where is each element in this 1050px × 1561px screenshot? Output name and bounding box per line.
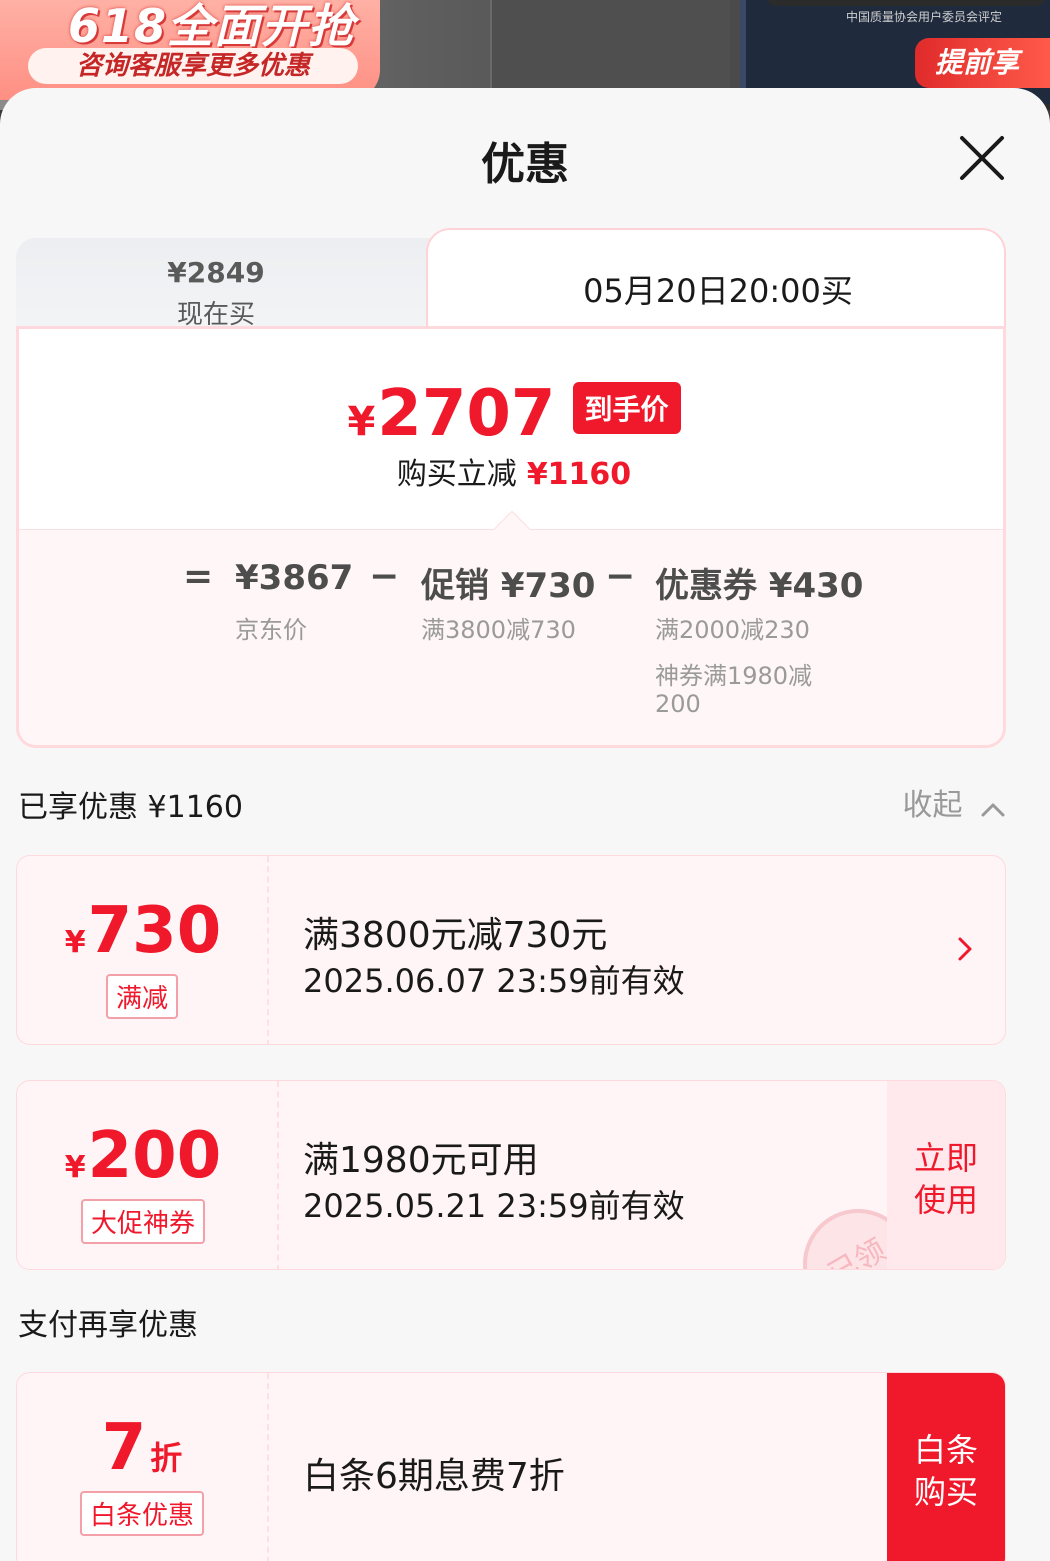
formula-pointer — [493, 510, 531, 548]
discount-sheet: 优惠 ¥2849 现在买 05月20日20:00买 ¥2707 到手价 购买立减… — [0, 88, 1050, 1561]
collapse-button[interactable]: 收起 — [902, 780, 1006, 824]
final-price-row: ¥2707 到手价 — [19, 377, 1009, 451]
coupon-amount-area: ¥730 满减 — [17, 856, 269, 1044]
minus-sign: − — [369, 556, 400, 597]
close-button[interactable] — [956, 132, 1008, 184]
coupon-title: 满3800元减730元 — [303, 915, 608, 956]
award-strip — [766, 0, 1046, 6]
minus-sign: − — [605, 556, 636, 597]
coupon-validity: 2025.05.21 23:59前有效 — [303, 1187, 685, 1225]
final-price: ¥2707 — [347, 377, 556, 451]
price-breakdown: ¥2707 到手价 购买立减 ¥1160 = ¥3867 京东价 − 促销 ¥73… — [16, 326, 1006, 748]
promo-detail: 满3800减730 — [421, 616, 576, 644]
award-text: 中国质量协会用户委员会评定 — [846, 10, 1003, 24]
early-access-badge: 提前享 — [915, 38, 1050, 88]
tab-buy-later-label: 05月20日20:00买 — [583, 272, 853, 310]
payment-discount-amount: 7折 — [101, 1411, 183, 1485]
jd-price-label: 京东价 — [235, 616, 307, 644]
save-label: 购买立减 — [396, 457, 517, 492]
price-card: ¥2849 现在买 05月20日20:00买 ¥2707 到手价 购买立减 ¥11… — [16, 228, 1006, 748]
payment-amount-area: 7折 白条优惠 — [17, 1373, 269, 1561]
coupon-card[interactable]: ¥200 大促神券 满1980元可用 2025.05.21 23:59前有效 已… — [16, 1080, 1006, 1270]
payment-discount-label: 支付再享优惠 — [18, 1308, 198, 1343]
promo-value: 促销 ¥730 — [421, 566, 596, 606]
coupon-detail: 200 — [655, 690, 701, 718]
use-now-button[interactable]: 立即 使用 — [887, 1081, 1005, 1269]
final-price-tag: 到手价 — [572, 382, 681, 434]
use-now-label: 使用 — [913, 1181, 978, 1219]
coupon-validity: 2025.06.07 23:59前有效 — [303, 962, 685, 1000]
jd-price: ¥3867 — [235, 558, 354, 598]
payment-coupon-card[interactable]: 7折 白条优惠 白条6期息费7折 白条 购买 — [16, 1372, 1006, 1561]
price-formula: = ¥3867 京东价 − 促销 ¥730 满3800减730 − 优惠券 ¥4… — [19, 510, 1003, 745]
save-amount: ¥1160 — [526, 457, 632, 492]
coupon-title: 满1980元可用 — [303, 1140, 539, 1181]
coupon-card[interactable]: ¥730 满减 满3800元减730元 2025.06.07 23:59前有效 — [16, 855, 1006, 1045]
product-image — [490, 0, 730, 100]
baitiao-buy-label: 购买 — [913, 1473, 978, 1511]
coupon-value: 优惠券 ¥430 — [655, 566, 864, 606]
coupon-amount-area: ¥200 大促神券 — [17, 1081, 279, 1269]
coupon-tag: 大促神券 — [80, 1199, 206, 1244]
coupon-amount: ¥730 — [64, 894, 222, 968]
close-icon — [960, 136, 1004, 180]
tab-buy-now-price: ¥2849 — [167, 256, 265, 289]
collapse-label: 收起 — [902, 788, 963, 823]
payment-tag: 白条优惠 — [79, 1491, 205, 1536]
enjoyed-discount-label: 已享优惠 ¥1160 — [18, 790, 243, 825]
baitiao-buy-button[interactable]: 白条 购买 — [887, 1373, 1005, 1561]
sheet-title: 优惠 — [481, 139, 569, 190]
coupon-amount: ¥200 — [64, 1119, 222, 1193]
equals-sign: = — [183, 556, 214, 597]
baitiao-buy-label: 白条 — [913, 1431, 978, 1469]
chevron-right-icon[interactable] — [955, 934, 975, 964]
promo-banner: 618全面开抢 咨询客服享更多优惠 — [0, 0, 380, 100]
coupon-tag: 满减 — [105, 974, 179, 1019]
use-now-label: 立即 — [913, 1139, 978, 1177]
save-row: 购买立减 ¥1160 — [19, 449, 1009, 493]
promo-subtitle: 咨询客服享更多优惠 — [28, 48, 358, 84]
coupon-detail: 神券满1980减 — [655, 662, 813, 690]
payment-title: 白条6期息费7折 — [303, 1456, 565, 1497]
chevron-up-icon — [981, 803, 1005, 817]
coupon-detail: 满2000减230 — [655, 616, 810, 644]
